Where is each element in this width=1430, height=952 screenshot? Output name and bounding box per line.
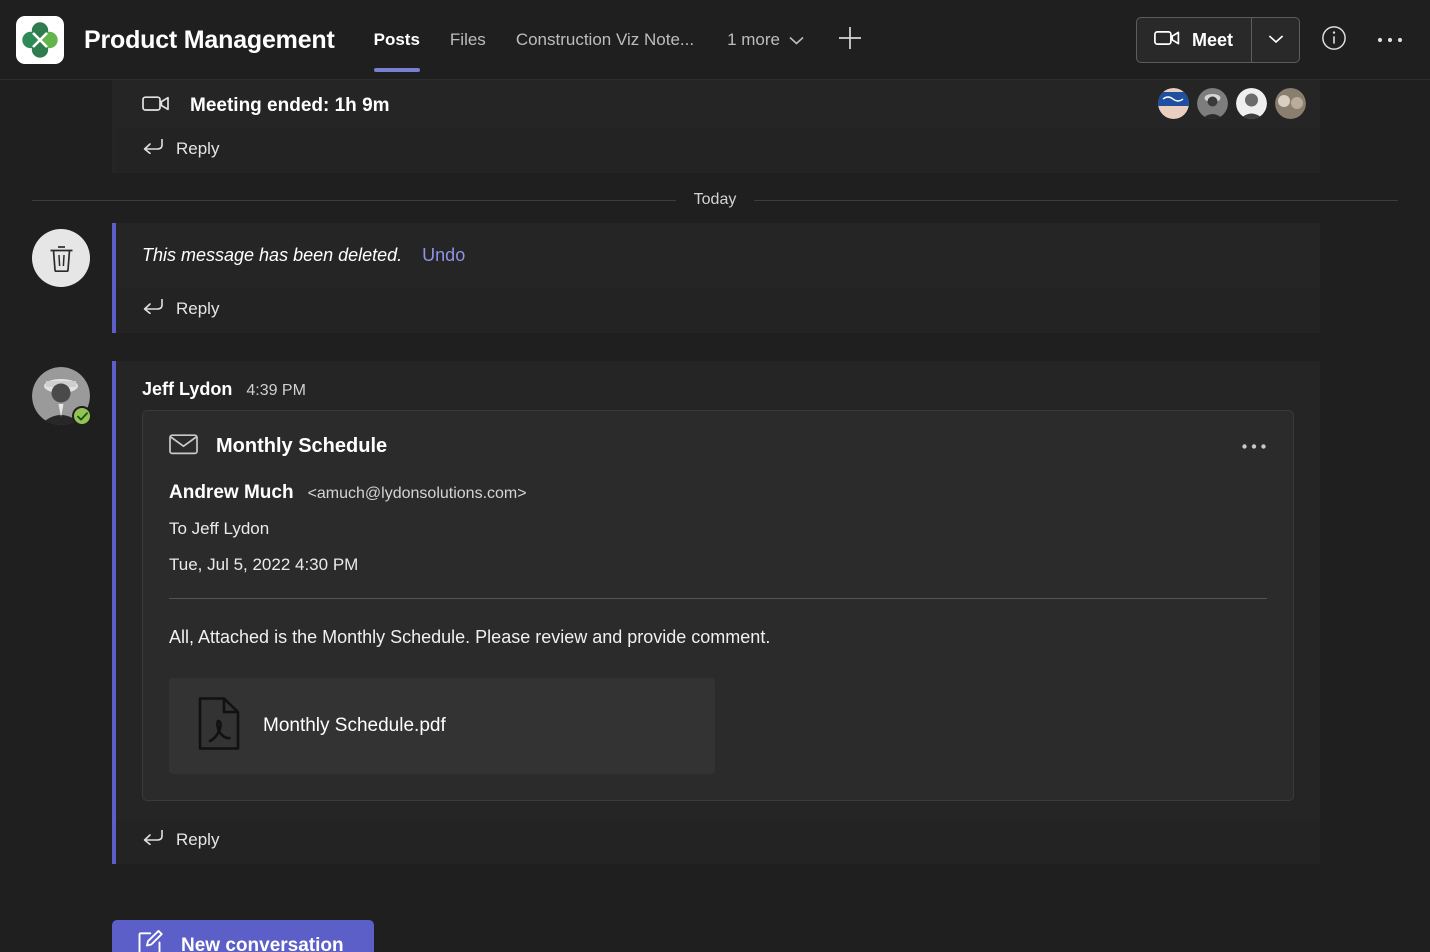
meeting-message-block: Meeting ended: 1h 9m Reply [112,80,1320,173]
post-header: Jeff Lydon 4:39 PM [116,361,1320,410]
meet-button-group: Meet [1135,17,1300,63]
post-block: Jeff Lydon 4:39 PM Monthly Schedule Andr… [112,361,1320,865]
avatar[interactable] [32,367,92,426]
envelope-icon [169,433,198,460]
tab-files[interactable]: Files [435,0,501,80]
meeting-message-gutter [32,80,112,86]
chevron-down-icon [1268,31,1284,49]
tab-files-label: Files [449,30,486,49]
deleted-message-label: This message has been deleted. [142,245,403,265]
channel-overflow-button[interactable] [1368,18,1412,62]
email-from-name: Andrew Much [169,482,294,503]
video-camera-icon [142,94,170,118]
reply-button[interactable]: Reply [116,288,1320,333]
ellipsis-icon [1241,437,1267,454]
avatar[interactable] [1197,88,1228,119]
add-tab-button[interactable] [832,22,868,58]
reply-arrow-icon [142,829,164,850]
tab-construction-viz-notes[interactable]: Construction Viz Note... [501,0,709,80]
email-card-title-row: Monthly Schedule [169,433,1267,460]
post-gutter [32,361,112,426]
day-divider-label: Today [693,191,737,208]
meeting-ended-summary: Meeting ended: 1h 9m [116,80,1320,128]
email-card[interactable]: Monthly Schedule Andrew Much <amuch@lydo… [142,410,1294,802]
channel-header: Product Management Posts Files Construct… [0,0,1430,80]
avatar[interactable] [1275,88,1306,119]
reply-label: Reply [176,138,220,158]
tab-construction-viz-notes-label: Construction Viz Note... [515,30,695,49]
deleted-message-row: This message has been deleted. Undo Repl… [0,223,1430,333]
meeting-message-row: Meeting ended: 1h 9m Reply [0,80,1430,173]
meeting-participants [1158,88,1306,119]
email-subject: Monthly Schedule [216,435,388,457]
reply-button[interactable]: Reply [116,819,1320,865]
post-row: Jeff Lydon 4:39 PM Monthly Schedule Andr… [0,361,1430,865]
deleted-message-content: This message has been deleted. Undo [116,223,1320,288]
pdf-file-icon [197,697,241,755]
email-card-overflow-button[interactable] [1235,433,1273,459]
compose-icon [138,930,163,952]
email-from-row: Andrew Much <amuch@lydonsolutions.com> [169,482,1267,504]
divider-line-left [32,199,676,201]
video-camera-icon [1154,29,1180,52]
meet-button[interactable]: Meet [1137,18,1251,62]
email-from-address: <amuch@lydonsolutions.com> [307,485,527,502]
attachment-name: Monthly Schedule.pdf [263,715,446,737]
post-timestamp: 4:39 PM [246,382,306,399]
day-divider: Today [32,191,1399,209]
plus-icon [836,24,864,57]
attachment-chip[interactable]: Monthly Schedule.pdf [169,678,715,775]
tab-posts[interactable]: Posts [359,0,435,80]
more-tabs-label: 1 more [727,30,781,49]
new-conversation-area: New conversation [0,864,1430,952]
message-feed[interactable]: Meeting ended: 1h 9m Reply Today This me… [0,80,1430,952]
header-actions: Meet [1135,17,1412,63]
new-conversation-button[interactable]: New conversation [112,920,374,952]
reply-arrow-icon [142,298,164,319]
ellipsis-icon [1376,31,1404,49]
email-date: Tue, Jul 5, 2022 4:30 PM [169,555,359,574]
info-icon [1321,25,1347,56]
chevron-down-icon [789,30,804,50]
reply-button[interactable]: Reply [116,128,1320,173]
undo-delete-link[interactable]: Undo [422,245,465,266]
avatar[interactable] [1158,88,1189,119]
more-tabs-button[interactable]: 1 more [709,30,816,50]
reply-label: Reply [176,829,220,849]
meet-dropdown-button[interactable] [1251,18,1299,62]
trash-icon [32,229,90,287]
email-divider [169,598,1267,599]
deleted-message-block: This message has been deleted. Undo Repl… [112,223,1320,333]
meeting-ended-label: Meeting ended: 1h 9m [190,95,390,116]
avatar[interactable] [1236,88,1267,119]
reply-arrow-icon [142,138,164,159]
meet-button-label: Meet [1191,29,1233,50]
new-conversation-label: New conversation [181,934,344,952]
presence-available-icon [72,406,92,426]
deleted-message-gutter [32,223,112,287]
tab-posts-label: Posts [373,30,420,49]
reply-label: Reply [176,298,220,318]
email-recipient: To Jeff Lydon [169,519,270,538]
divider-line-right [754,199,1399,201]
channel-info-button[interactable] [1312,18,1356,62]
page-title: Product Management [84,25,335,54]
post-author[interactable]: Jeff Lydon [142,379,232,400]
clover-logo-icon [16,16,64,64]
email-body: All, Attached is the Monthly Schedule. P… [169,627,771,647]
channel-tabs: Posts Files Construction Viz Note... 1 m… [359,0,868,80]
